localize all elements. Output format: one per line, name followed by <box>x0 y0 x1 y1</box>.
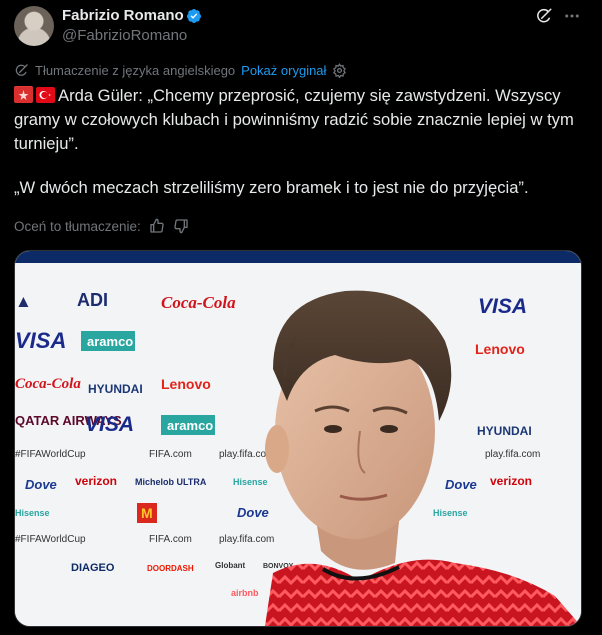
settings-icon[interactable] <box>332 63 347 78</box>
logo-mcd: M <box>141 505 153 521</box>
logo-airbnb: airbnb <box>231 588 259 598</box>
logo-adi: ▲ <box>15 292 32 311</box>
logo-playfifa-3: play.fifa.com <box>219 534 274 545</box>
media-image[interactable]: ▲ ADI Coca-Cola VISA aramco VISA Lenovo … <box>14 250 582 627</box>
author-name[interactable]: Fabrizio Romano <box>62 7 184 24</box>
logo-lenovo-2: Lenovo <box>161 376 211 392</box>
logo-verizon-2: verizon <box>490 474 532 488</box>
more-icon[interactable] <box>563 7 581 25</box>
logo-fifawc-2: #FIFAWorldCup <box>15 534 86 545</box>
logo-diageo: DIAGEO <box>71 562 115 574</box>
interview-photo: ▲ ADI Coca-Cola VISA aramco VISA Lenovo … <box>15 251 581 626</box>
translate-icon <box>15 64 28 76</box>
translation-row: Tłumaczenie z języka angielskiego Pokaż … <box>14 63 347 78</box>
logo-cocacola: Coca-Cola <box>161 293 236 312</box>
logo-visa-3: VISA <box>85 413 134 436</box>
logo-visa-2: VISA <box>478 295 527 318</box>
logo-michelob: Michelob ULTRA <box>135 477 207 487</box>
logo-doordash: DOORDASH <box>147 564 194 573</box>
tweet-text: Arda Güler: „Chcemy przeprosić, czujemy … <box>14 84 589 200</box>
logo-adi-text: ADI <box>77 290 108 310</box>
logo-hyundai-2: HYUNDAI <box>477 424 532 438</box>
thumbs-down-icon[interactable] <box>173 218 189 234</box>
logo-hyundai-1: HYUNDAI <box>88 382 143 396</box>
tweet-line-1: Arda Güler: „Chcemy przeprosić, czujemy … <box>14 86 574 153</box>
logo-aramco-2: aramco <box>167 418 213 433</box>
show-original-link[interactable]: Pokaż oryginał <box>241 63 326 78</box>
verified-badge-icon <box>187 9 201 23</box>
thumbs-up-icon[interactable] <box>149 218 165 234</box>
logo-lenovo-1: Lenovo <box>475 341 525 357</box>
logo-dove-1: Dove <box>25 477 57 492</box>
author-handle[interactable]: @FabrizioRomano <box>62 27 187 44</box>
logo-dove-2: Dove <box>445 477 477 492</box>
logo-aramco-1: aramco <box>87 334 133 349</box>
turkey-flag-icon <box>36 86 55 103</box>
logo-verizon-1: verizon <box>75 474 117 488</box>
siren-emoji-icon <box>14 86 33 103</box>
logo-playfifa-2: play.fifa.com <box>485 449 540 460</box>
logo-cocacola-2: Coca-Cola <box>15 376 81 392</box>
logo-hisense-3: Hisense <box>433 508 468 518</box>
logo-globant: Globant <box>215 561 246 570</box>
logo-hisense-1: Hisense <box>233 477 268 487</box>
rate-translation-row: Oceń to tłumaczenie: <box>14 218 189 234</box>
rate-label: Oceń to tłumaczenie: <box>14 218 141 234</box>
grok-icon[interactable] <box>535 7 553 25</box>
translation-label: Tłumaczenie z języka angielskiego <box>35 63 236 78</box>
avatar[interactable] <box>14 6 54 46</box>
logo-fifacom-2: FIFA.com <box>149 534 192 545</box>
logo-hisense-2: Hisense <box>15 508 50 518</box>
logo-fifawc-1: #FIFAWorldCup <box>15 449 86 460</box>
tweet-line-2: „W dwóch meczach strzeliliśmy zero brame… <box>14 178 529 197</box>
logo-fifacom-1: FIFA.com <box>149 449 192 460</box>
logo-dove-3: Dove <box>237 505 269 520</box>
logo-visa-1: VISA <box>15 328 66 353</box>
